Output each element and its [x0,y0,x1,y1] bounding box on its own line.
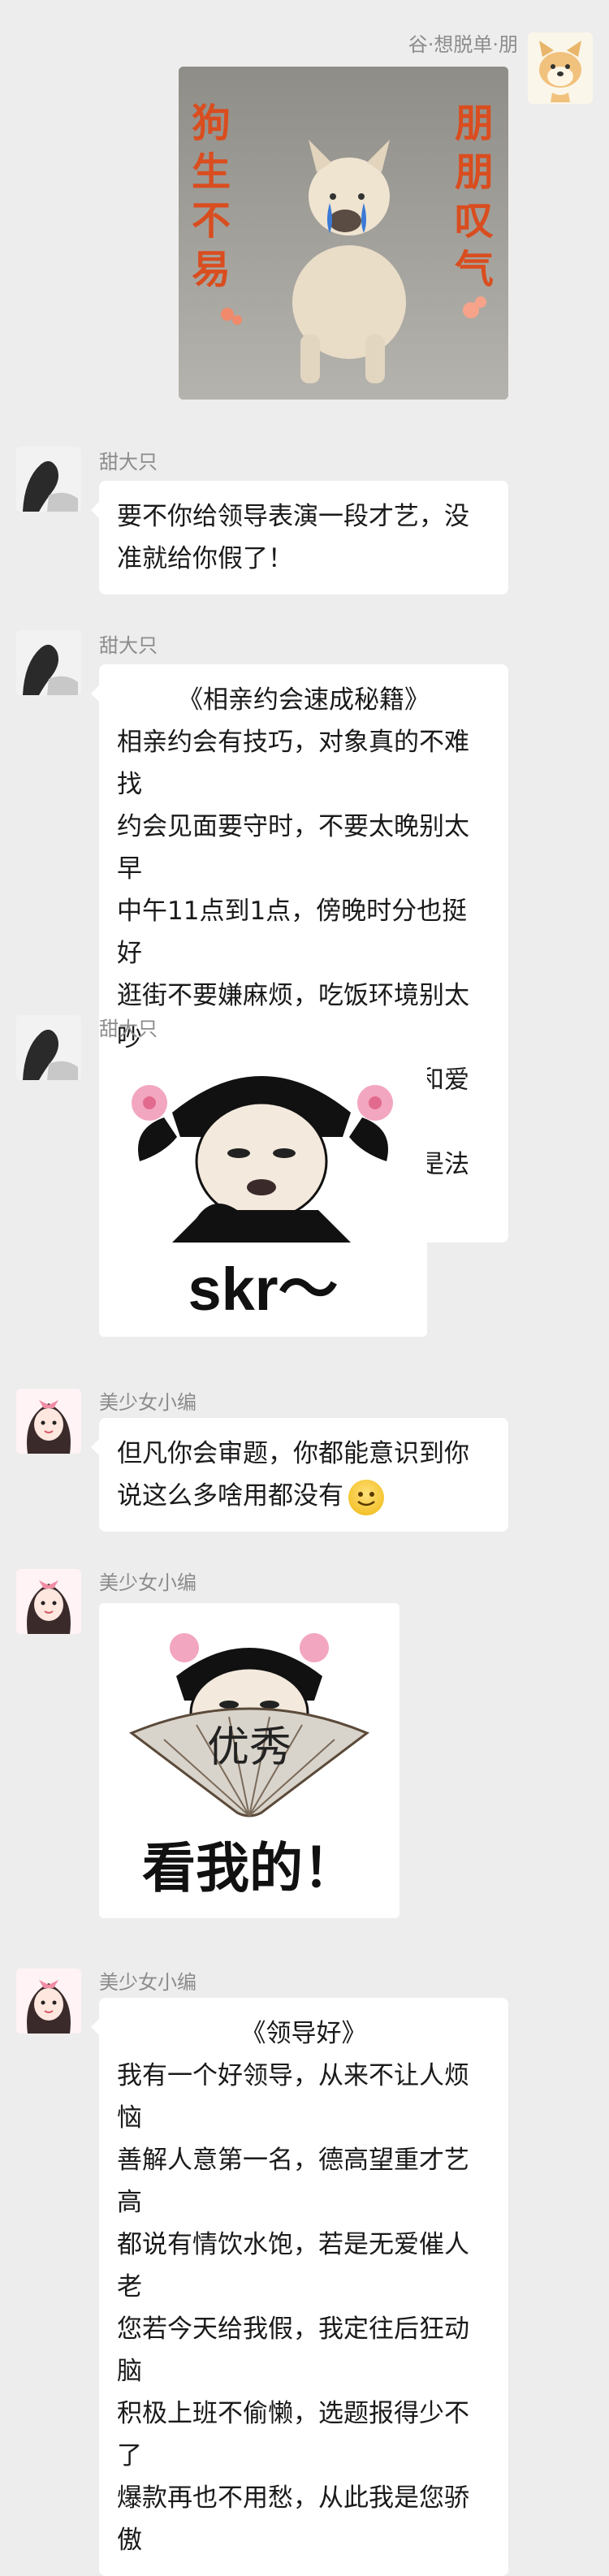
avatar-meishaonv-image [16,1569,81,1634]
message-line: 准就给你假了！ [117,544,293,573]
message-line: 约会见面要守时，不要太晚别太早 [117,812,469,884]
sender-name-top: 谷·想脱单·朋 [408,33,518,56]
avatar-shiba[interactable] [528,32,593,104]
message-line: 相亲约会有技巧，对象真的不难找 [117,728,469,799]
sender-name: 甜大只 [99,451,158,473]
message-line: 我有一个好领导，从来不让人烦恼 [117,2061,469,2133]
message-line: 要不你给领导表演一段才艺，没 [117,502,469,531]
message-line: 积极上班不偷懒，选题报得少不了 [117,2399,469,2470]
avatar-tiandazhi-image [16,447,81,512]
message-line: 爆款再也不用愁，从此我是您骄傲 [117,2483,469,2555]
avatar-meishaonv-image [16,1969,81,2034]
avatar-tiandazhi-image [16,1015,81,1080]
message-line: 但凡你会审题，你都能意识到你 [117,1439,469,1468]
avatar-tiandazhi[interactable] [16,1015,81,1080]
kanwode-sticker[interactable]: 优秀 看我的！ [99,1603,400,1918]
message-bubble[interactable]: 但凡你会审题，你都能意识到你 说这么多啥用都没有 [91,1418,508,1532]
avatar-tiandazhi[interactable] [16,630,81,695]
message-line: 都说有情饮水饱，若是无爱催人老 [117,2230,469,2302]
avatar-meishaonv[interactable] [16,1969,81,2034]
message-bubble[interactable]: 《领导好》 我有一个好领导，从来不让人烦恼 善解人意第一名，德高望重才艺高 都说… [91,1998,508,2576]
avatar-meishaonv-image [16,1389,81,1454]
kanwode-sticker-text: 看我的！ [142,1837,356,1900]
smile-emoji-icon [348,1479,384,1515]
dog-sticker-left-text: 狗生不易 [192,101,231,292]
skr-sticker-text: skr～ [188,1256,339,1323]
message-line: 善解人意第一名，德高望重才艺高 [117,2146,469,2217]
message-line: 逛街不要嫌麻烦，吃饭环境别太吵 [117,981,469,1052]
message-line-text: 说这么多啥用都没有 [117,1481,343,1511]
avatar-meishaonv[interactable] [16,1569,81,1634]
avatar-tiandazhi-image [16,630,81,695]
message-title: 《领导好》 [240,2019,367,2048]
avatar-meishaonv[interactable] [16,1389,81,1454]
sender-name: 甜大只 [99,634,158,657]
avatar-tiandazhi[interactable] [16,447,81,512]
message-line: 中午11点到1点，傍晚时分也挺好 [117,897,468,968]
shiba-avatar-image [528,32,593,104]
sender-name: 美少女小编 [99,1971,197,1994]
message-line: 您若今天给我假，我定往后狂动脑 [117,2315,469,2386]
message-bubble[interactable]: 要不你给领导表演一段才艺，没 准就给你假了！ [91,481,508,594]
fan-text: 优秀 [206,1723,292,1772]
dog-sticker-right-text: 朋朋叹气 [455,101,495,292]
sender-name: 美少女小编 [99,1391,197,1414]
dog-sticker[interactable]: 狗生不易 朋朋叹气 [179,67,508,400]
message-title: 《相亲约会速成秘籍》 [178,685,430,715]
sender-name: 美少女小编 [99,1571,197,1594]
skr-sticker[interactable]: skr～ [99,1048,427,1337]
sender-name: 甜大只 [99,1018,158,1040]
message-line: 说这么多啥用都没有 [117,1475,490,1517]
